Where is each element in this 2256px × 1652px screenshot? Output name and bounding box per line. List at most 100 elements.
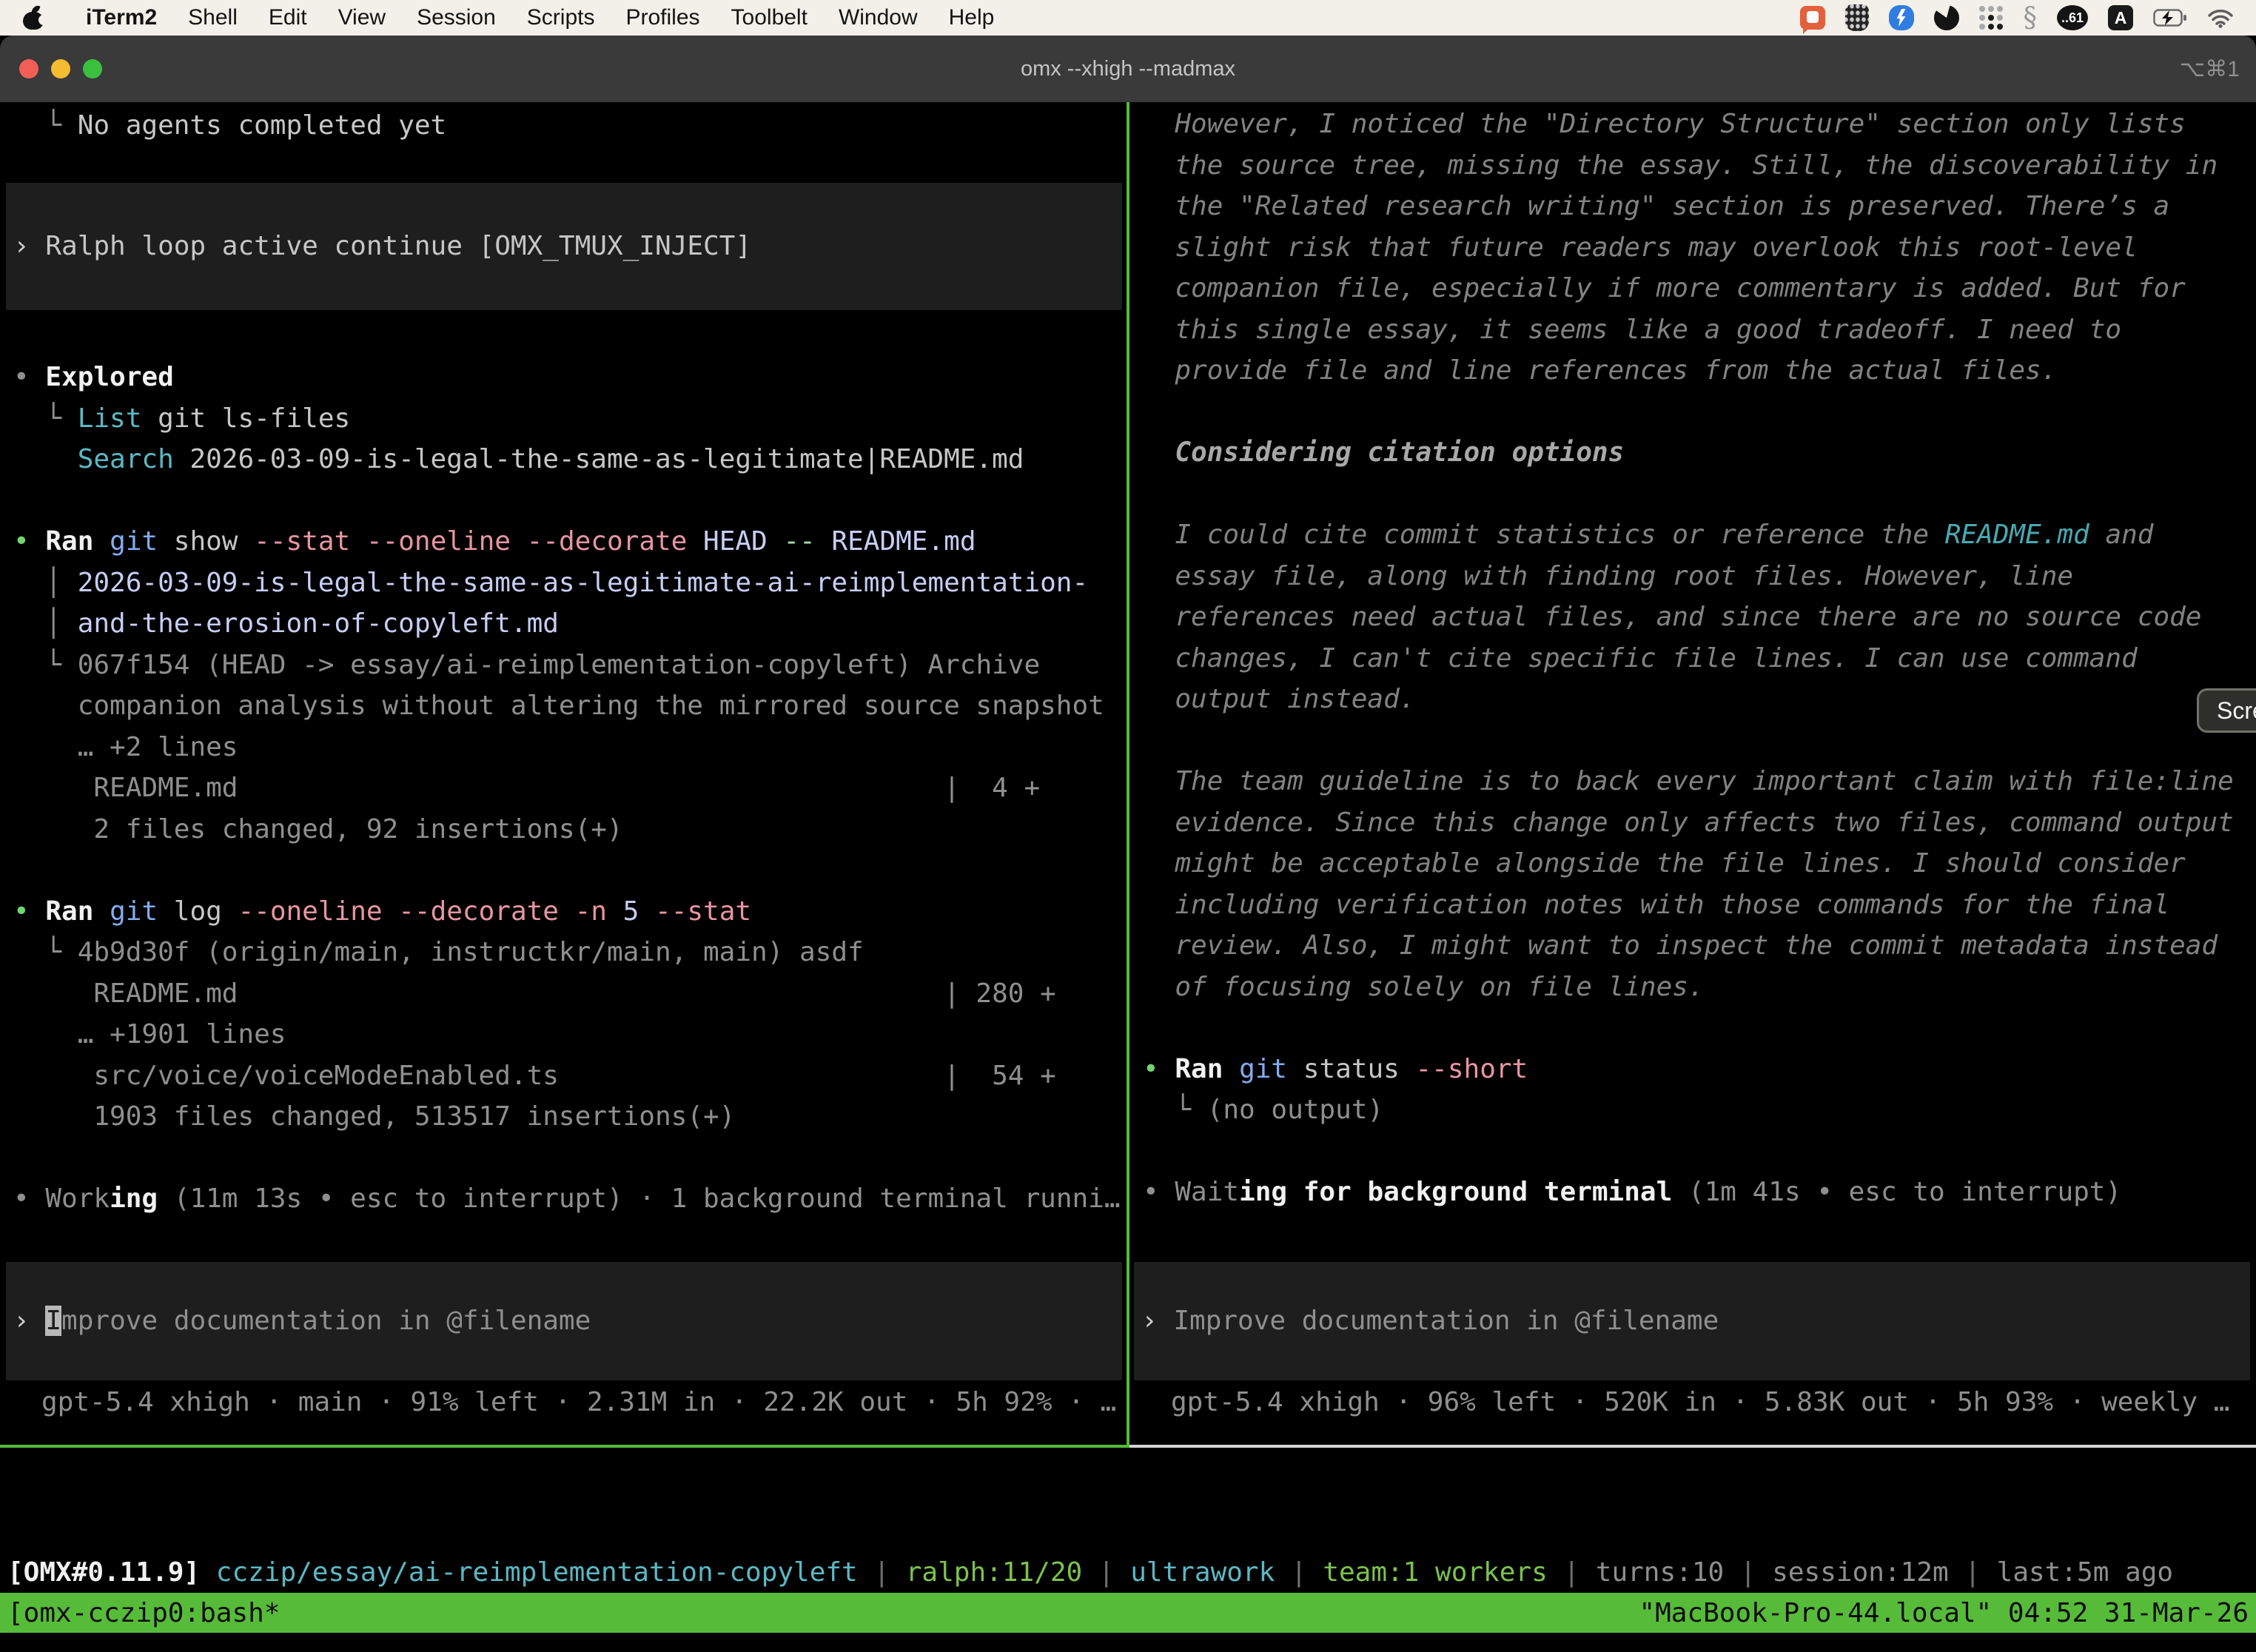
terminal-line: might be acceptable alongside the file l… xyxy=(1143,843,2256,884)
text-segment: Ran xyxy=(45,526,93,557)
text-segment: 2026-03-09-is-legal-the-same-as-legitima… xyxy=(78,568,1088,598)
a-badge-icon[interactable]: A xyxy=(2108,5,2133,30)
terminal-line: I could cite commit statistics or refere… xyxy=(1143,514,2256,556)
text-segment: review. Also, I might want to inspect th… xyxy=(1143,930,2218,961)
text-segment: … +1901 lines xyxy=(13,1019,286,1050)
left-prompt-input[interactable]: › Improve documentation in @filename xyxy=(6,1262,1122,1380)
text-segment: status xyxy=(1287,1054,1415,1084)
terminal-line xyxy=(1143,720,2256,762)
text-segment: I could cite commit statistics or refere… xyxy=(1143,520,1945,550)
menu-item-shell[interactable]: Shell xyxy=(172,5,253,30)
text-segment xyxy=(13,444,78,474)
menu-item-scripts[interactable]: Scripts xyxy=(511,5,611,30)
text-segment: slight risk that future readers may over… xyxy=(1143,232,2138,263)
squiggle-icon[interactable]: § xyxy=(2024,5,2038,30)
terminal-line: • Working (11m 13s • esc to interrupt) ·… xyxy=(13,1178,1127,1220)
minimize-button[interactable] xyxy=(51,59,70,78)
right-prompt-input[interactable]: › Improve documentation in @filename xyxy=(1134,1262,2250,1380)
text-segment: git xyxy=(110,526,158,557)
terminal-line: including verification notes with those … xyxy=(1143,884,2256,926)
apple-menu-icon[interactable] xyxy=(22,6,44,30)
text-segment: └ xyxy=(13,650,78,680)
window-title-bar: omx --xhigh --madmax ⌥⌘1 xyxy=(0,36,2256,102)
text-segment: Considering citation options xyxy=(1143,437,1624,468)
text-segment: team:1 workers xyxy=(1323,1557,1547,1588)
text-segment: git xyxy=(1239,1054,1287,1084)
text-segment: | xyxy=(1275,1557,1323,1588)
window-shortcut-badge: ⌥⌘1 xyxy=(2180,56,2240,82)
text-segment xyxy=(93,526,110,557)
terminal-line: the "Related research writing" section i… xyxy=(1143,186,2256,227)
shield-grid-icon[interactable] xyxy=(1845,4,1869,31)
tmux-host-clock: "MacBook-Pro-44.local" 04:52 31-Mar-26 xyxy=(1639,1598,2249,1628)
text-segment: Ran xyxy=(45,896,93,927)
menu-item-toolbelt[interactable]: Toolbelt xyxy=(716,5,823,30)
text-segment: README.md xyxy=(831,526,976,557)
terminal-line: │ and-the-erosion-of-copyleft.md xyxy=(13,603,1127,645)
text-segment: • xyxy=(13,526,45,557)
apple-logo-bite xyxy=(38,15,49,25)
text-segment: Explored xyxy=(45,362,173,392)
terminal-line: companion file, especially if more comme… xyxy=(1143,268,2256,309)
text-segment: references need actual files, and since … xyxy=(1143,602,2201,632)
menu-item-view[interactable]: View xyxy=(323,5,401,30)
text-segment: Ran xyxy=(1175,1054,1223,1084)
text-segment: 5 xyxy=(623,896,655,927)
text-segment: evidence. Since this change only affects… xyxy=(1143,807,2234,838)
text-segment: provide file and line references from th… xyxy=(1143,355,2057,386)
blue-lightning-badge-icon[interactable] xyxy=(1889,5,1914,30)
menu-item-edit[interactable]: Edit xyxy=(253,5,323,30)
terminal-line: this single essay, it seems like a good … xyxy=(1143,309,2256,351)
text-segment: -- xyxy=(783,526,831,557)
text-segment: this single essay, it seems like a good … xyxy=(1143,315,2121,345)
text-segment: | xyxy=(858,1557,906,1588)
terminal-line: └ No agents completed yet xyxy=(13,105,1127,147)
terminal-line xyxy=(13,1138,1127,1179)
menu-item-window[interactable]: Window xyxy=(823,5,933,30)
text-segment: --stat --oneline --decorate xyxy=(254,526,703,557)
right-terminal-pane[interactable]: However, I noticed the "Directory Struct… xyxy=(1129,102,2256,1445)
terminal-line: … +2 lines xyxy=(13,727,1127,768)
menu-item-iterm2[interactable]: iTerm2 xyxy=(70,5,172,30)
text-segment: show xyxy=(158,526,254,557)
usage-badge[interactable]: ..61 xyxy=(2057,5,2088,30)
text-segment: cczip/essay/ai-reimplementation-copyleft xyxy=(216,1557,858,1588)
terminal-line: … +1901 lines xyxy=(13,1014,1127,1055)
text-segment: However, I noticed the "Directory Struct… xyxy=(1143,109,2186,139)
crescent-app-icon[interactable] xyxy=(1934,5,1959,30)
menu-bar-left: iTerm2ShellEditViewSessionScriptsProfile… xyxy=(0,0,1025,36)
battery-icon[interactable] xyxy=(2153,9,2187,27)
text-segment: The team guideline is to back every impo… xyxy=(1143,766,2234,796)
right-pane-status-line: gpt-5.4 xhigh · 96% left · 520K in · 5.8… xyxy=(1171,1382,2256,1423)
close-button[interactable] xyxy=(19,59,38,78)
menu-item-help[interactable]: Help xyxy=(933,5,1010,30)
text-segment: Ralph loop active continue [OMX_TMUX_INJ… xyxy=(45,231,751,261)
ralph-inject-box: › Ralph loop active continue [OMX_TMUX_I… xyxy=(6,183,1122,310)
text-segment: companion file, especially if more comme… xyxy=(1143,273,2186,303)
zoom-button[interactable] xyxy=(83,59,102,78)
screen-overlay-button[interactable]: Scre xyxy=(2197,688,2256,733)
terminal-line: Considering citation options xyxy=(1143,432,2256,474)
text-segment: 1903 files changed, 513517 insertions(+) xyxy=(13,1101,735,1132)
text-segment: ralph:11/20 xyxy=(906,1557,1082,1588)
text-segment: │ xyxy=(13,568,78,598)
terminal-line: README.md | 4 + xyxy=(13,768,1127,809)
text-segment: └ xyxy=(13,937,78,967)
menu-item-session[interactable]: Session xyxy=(401,5,511,30)
terminal-line: • Ran git log --oneline --decorate -n 5 … xyxy=(13,891,1127,933)
wifi-icon[interactable] xyxy=(2207,8,2234,28)
text-segment: (no output) xyxy=(1207,1095,1383,1125)
desktop: iTerm2ShellEditViewSessionScriptsProfile… xyxy=(0,0,2256,1652)
terminal-line: evidence. Since this change only affects… xyxy=(1143,802,2256,844)
text-segment: gpt-5.4 xhigh · main · 91% left · 2.31M … xyxy=(41,1387,1116,1417)
text-segment xyxy=(1223,1054,1239,1084)
screen-recording-indicator-icon[interactable] xyxy=(1800,6,1825,30)
tmux-session-window: [omx-cczip0:bash* xyxy=(7,1598,280,1628)
terminal-line: • Explored xyxy=(13,357,1127,398)
text-segment: [OMX#0.11.9] xyxy=(7,1557,216,1588)
menu-item-profiles[interactable]: Profiles xyxy=(610,5,715,30)
left-terminal-pane[interactable]: └ No agents completed yet › Ralph loop a… xyxy=(0,102,1127,1445)
left-pane-top-lines: └ No agents completed yet xyxy=(13,105,1127,147)
dots-grid-icon[interactable] xyxy=(1979,6,2004,30)
text-segment: README.md | 4 + xyxy=(13,773,1040,803)
